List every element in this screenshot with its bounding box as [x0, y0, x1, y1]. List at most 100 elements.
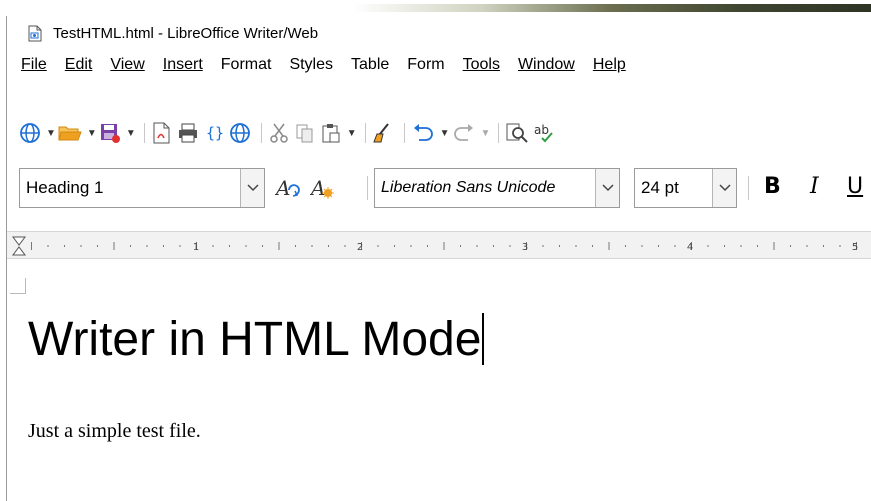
paragraph-style-value: Heading 1: [26, 178, 104, 197]
open-folder-icon[interactable]: [58, 120, 82, 146]
ruler-tick: [377, 245, 379, 247]
menu-file[interactable]: File: [21, 56, 47, 74]
ruler-tick: [559, 245, 560, 247]
ruler-tick: [542, 245, 544, 247]
ruler-tick: [608, 242, 610, 250]
ruler-tick: [707, 245, 709, 247]
save-icon[interactable]: [99, 120, 121, 146]
ruler-tick: [130, 245, 131, 247]
menu-tools-label: Tools: [462, 56, 500, 73]
document-paragraph[interactable]: Just a simple test file.: [28, 420, 201, 443]
ruler-tick: [311, 245, 313, 247]
standard-toolbar: ▼ ▼ ▼ {} ▼ ▼ ▼ ab: [7, 116, 871, 150]
svg-text:{}: {}: [206, 124, 224, 142]
font-size-chevron-down-icon[interactable]: [712, 169, 736, 207]
ruler-ticks: [31, 242, 857, 250]
menu-edit[interactable]: Edit: [65, 56, 93, 74]
menu-help-label: Help: [592, 56, 626, 73]
ruler-labels: 1 2 3 4 5: [193, 242, 858, 253]
menu-tools[interactable]: Tools: [463, 56, 500, 74]
html-source-icon[interactable]: {}: [203, 120, 225, 146]
paste-dropdown-chevron-icon[interactable]: ▼: [347, 128, 357, 139]
toolbar-separator: [364, 123, 366, 143]
open-dropdown-chevron-icon[interactable]: ▼: [87, 128, 97, 139]
menu-file-label: File: [21, 56, 47, 73]
menu-edit-label: Edit: [64, 56, 93, 73]
bold-button[interactable]: B: [764, 174, 781, 199]
paste-icon[interactable]: [320, 120, 342, 146]
font-name-combo[interactable]: Liberation Sans Unicode: [374, 168, 620, 208]
ruler-tick: [163, 245, 164, 247]
ruler-tick: [97, 245, 98, 247]
toolbar-separator: [403, 123, 405, 143]
update-style-icon[interactable]: A: [274, 176, 301, 204]
globe-icon[interactable]: [19, 120, 41, 146]
menu-styles[interactable]: Styles: [289, 56, 333, 74]
font-size-combo[interactable]: 24 pt: [634, 168, 737, 208]
paragraph-style-chevron-down-icon[interactable]: [240, 169, 264, 207]
undo-icon[interactable]: [411, 120, 435, 146]
undo-dropdown-chevron-icon[interactable]: ▼: [440, 128, 450, 139]
horizontal-ruler[interactable]: 1 2 3 4 5: [7, 231, 871, 259]
ruler-tick: [344, 245, 346, 247]
ruler-label-4: 4: [687, 242, 693, 253]
menu-insert[interactable]: Insert: [163, 56, 203, 74]
italic-button[interactable]: I: [810, 174, 819, 199]
window-title: TestHTML.html - LibreOffice Writer/Web: [53, 24, 319, 42]
redo-icon[interactable]: [452, 120, 476, 146]
menu-help[interactable]: Help: [593, 56, 626, 74]
ruler-scale: 1 2 3 4 5: [12, 236, 858, 256]
menu-form-label: Form: [407, 56, 445, 73]
font-size-value: 24 pt: [641, 178, 679, 197]
menu-table[interactable]: Table: [351, 56, 389, 74]
ruler-tick: [295, 245, 296, 247]
menu-view[interactable]: View: [110, 56, 144, 74]
writer-web-window: TestHTML.html - LibreOffice Writer/Web F…: [6, 16, 871, 501]
menu-insert-label: Insert: [162, 56, 203, 73]
text-cursor: [482, 313, 485, 365]
menu-styles-label: Styles: [289, 56, 334, 73]
print-icon[interactable]: [177, 120, 199, 146]
menu-format[interactable]: Format: [221, 56, 272, 74]
ruler-tick: [179, 245, 181, 247]
toolbar-separator: [143, 123, 145, 143]
ruler-tick: [64, 245, 65, 247]
ruler-tick: [740, 245, 742, 247]
document-area[interactable]: Writer in HTML Mode Just a simple test f…: [7, 260, 871, 501]
redo-dropdown-chevron-icon[interactable]: ▼: [481, 128, 491, 139]
menu-form[interactable]: Form: [407, 56, 444, 74]
web-preview-icon[interactable]: [229, 120, 251, 146]
globe-dropdown-chevron-icon[interactable]: ▼: [46, 128, 56, 139]
clone-formatting-icon[interactable]: [372, 120, 394, 146]
save-dropdown-chevron-icon[interactable]: ▼: [126, 128, 136, 139]
cut-icon[interactable]: [268, 120, 290, 146]
paragraph-style-combo[interactable]: Heading 1: [19, 168, 265, 208]
ruler-tick: [410, 245, 412, 247]
ruler-tick: [278, 242, 280, 250]
svg-text:A: A: [275, 176, 290, 200]
copy-icon[interactable]: [294, 120, 316, 146]
ruler-tick: [757, 245, 758, 247]
ruler-tick: [146, 245, 148, 247]
font-name-chevron-down-icon[interactable]: [595, 169, 619, 207]
menu-window[interactable]: Window: [518, 56, 575, 74]
new-style-icon[interactable]: A: [309, 176, 336, 204]
ruler-tick: [641, 245, 643, 247]
spelling-icon[interactable]: ab: [533, 120, 557, 146]
ruler-tick: [674, 245, 676, 247]
ruler-tick: [245, 245, 247, 247]
formatting-toolbar: Heading 1 A A Liberation Sans Unicode 24…: [7, 166, 871, 210]
svg-text:A: A: [310, 176, 325, 200]
underline-button[interactable]: U: [847, 174, 863, 199]
font-name-value: Liberation Sans Unicode: [381, 179, 556, 196]
document-icon: [28, 25, 42, 42]
export-pdf-icon[interactable]: [151, 120, 173, 146]
document-heading[interactable]: Writer in HTML Mode: [28, 312, 485, 367]
title-bar: TestHTML.html - LibreOffice Writer/Web: [7, 16, 871, 50]
ruler-tick: [229, 245, 230, 247]
ruler-tick: [31, 242, 32, 250]
find-replace-icon[interactable]: [505, 120, 529, 146]
ruler-tick: [80, 245, 82, 247]
ruler-tick: [625, 245, 626, 247]
ruler-tick: [773, 242, 775, 250]
